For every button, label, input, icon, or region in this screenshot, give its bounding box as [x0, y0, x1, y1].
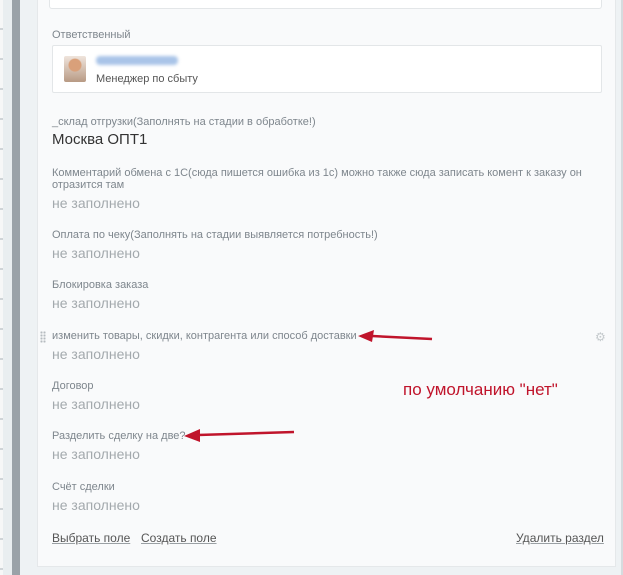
annotation-arrow-split-deal: [184, 429, 295, 442]
annotation-arrows: [184, 330, 433, 442]
annotation-arrow-change-goods: [358, 330, 433, 342]
